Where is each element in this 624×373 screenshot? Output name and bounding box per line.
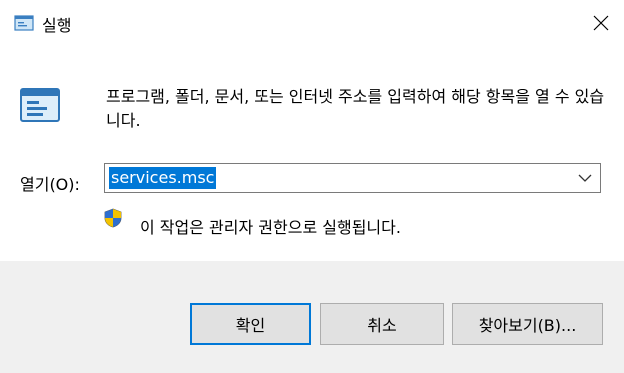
chevron-down-icon[interactable]: [578, 173, 592, 183]
run-dialog: 실행 프로그램, 폴더, 문서, 또는 인터넷 주소를 입력하여 해당 항목을 …: [0, 0, 624, 373]
close-button[interactable]: [578, 0, 624, 46]
open-combobox[interactable]: services.msc: [104, 163, 601, 193]
description-text: 프로그램, 폴더, 문서, 또는 인터넷 주소를 입력하여 해당 항목을 열 수…: [106, 87, 605, 130]
run-app-icon: [20, 88, 60, 122]
title-bar: 실행: [0, 0, 624, 46]
browse-button[interactable]: 찾아보기(B)...: [452, 303, 603, 345]
open-label: 열기(O):: [20, 175, 80, 194]
uac-shield-icon: [104, 208, 122, 228]
admin-note: 이 작업은 관리자 권한으로 실행됩니다.: [140, 218, 401, 237]
run-icon: [14, 15, 34, 31]
cancel-button[interactable]: 취소: [320, 303, 444, 345]
window-title: 실행: [42, 16, 72, 35]
ok-button[interactable]: 확인: [190, 303, 311, 345]
open-input[interactable]: services.msc: [109, 167, 217, 189]
close-icon: [593, 15, 609, 31]
